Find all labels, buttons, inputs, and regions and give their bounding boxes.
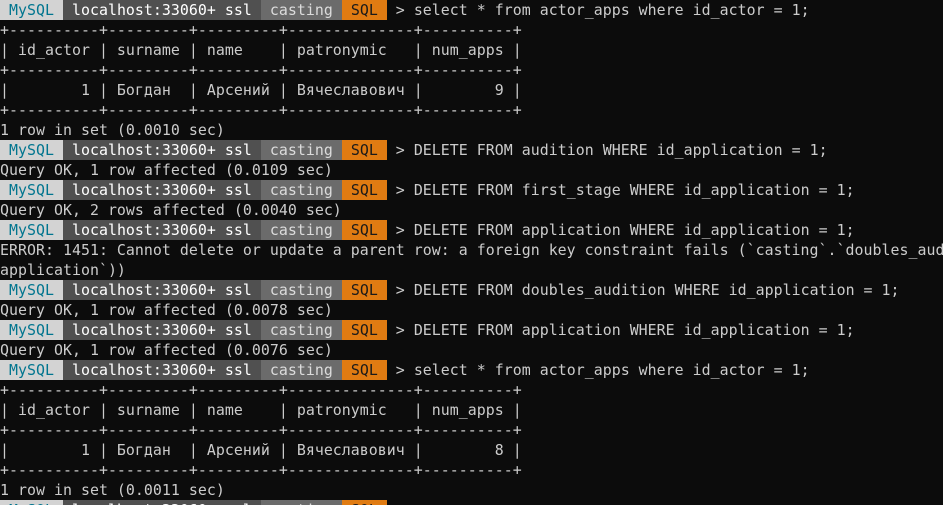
output-text: Query OK, 1 row affected (0.0078 sec) [0,301,333,319]
prompt-line: MySQL localhost:33060+ ssl casting SQL >… [0,220,943,240]
prompt-mode-segment: SQL [341,500,387,505]
prompt-mysql-segment: MySQL [0,220,63,240]
output-text: +----------+---------+---------+--------… [0,461,522,479]
output-line: | id_actor | surname | name | patronymic… [0,40,943,60]
command-text: DELETE FROM first_stage WHERE id_applica… [413,181,855,199]
output-line: 1 row in set (0.0011 sec) [0,480,943,500]
prompt-schema-segment: casting [260,0,342,20]
prompt-mysql-segment: MySQL [0,140,63,160]
output-line: 1 row in set (0.0010 sec) [0,120,943,140]
prompt-schema-segment: casting [260,180,342,200]
prompt-host-segment: localhost:33060+ ssl [62,0,261,20]
prompt-mode-segment: SQL [341,320,387,340]
output-line: +----------+---------+---------+--------… [0,20,943,40]
prompt-line: MySQL localhost:33060+ ssl casting SQL >… [0,280,943,300]
output-text: +----------+---------+---------+--------… [0,101,522,119]
command-text: select * from actor_apps where id_actor … [413,361,810,379]
output-text: +----------+---------+---------+--------… [0,421,522,439]
output-text: +----------+---------+---------+--------… [0,381,522,399]
output-line: Query OK, 1 row affected (0.0078 sec) [0,300,943,320]
output-line: application`)) [0,260,943,280]
terminal-window[interactable]: MySQL localhost:33060+ ssl casting SQL >… [0,0,943,505]
output-text: ERROR: 1451: Cannot delete or update a p… [0,241,943,259]
prompt-mode-segment: SQL [341,280,387,300]
prompt-mysql-segment: MySQL [0,500,63,505]
prompt-host-segment: localhost:33060+ ssl [62,180,261,200]
output-text: 1 row in set (0.0010 sec) [0,121,225,139]
prompt-schema-segment: casting [260,500,342,505]
output-text: | id_actor | surname | name | patronymic… [0,401,522,419]
prompt-mode-segment: SQL [341,0,387,20]
output-line: | id_actor | surname | name | patronymic… [0,400,943,420]
prompt-mode-segment: SQL [341,140,387,160]
output-line: Query OK, 1 row affected (0.0076 sec) [0,340,943,360]
prompt-arrow: > [387,500,414,505]
prompt-mysql-segment: MySQL [0,360,63,380]
prompt-mysql-segment: MySQL [0,0,63,20]
command-text: select * from actor_apps where id_actor … [413,1,810,19]
output-text: 1 row in set (0.0011 sec) [0,481,225,499]
output-text: +----------+---------+---------+--------… [0,21,522,39]
prompt-mode-segment: SQL [341,360,387,380]
prompt-line: MySQL localhost:33060+ ssl casting SQL >… [0,180,943,200]
prompt-arrow: > [386,141,414,159]
output-line: +----------+---------+---------+--------… [0,60,943,80]
output-text: | 1 | Богдан | Арсений | Вячеславович | … [0,441,522,459]
prompt-mysql-segment: MySQL [0,280,63,300]
prompt-arrow: > [386,221,414,239]
output-line: +----------+---------+---------+--------… [0,380,943,400]
prompt-schema-segment: casting [260,220,342,240]
command-text: DELETE FROM application WHERE id_applica… [413,221,855,239]
prompt-line: MySQL localhost:33060+ ssl casting SQL >… [0,320,943,340]
output-line: | 1 | Богдан | Арсений | Вячеславович | … [0,80,943,100]
prompt-host-segment: localhost:33060+ ssl [62,360,261,380]
prompt-arrow: > [386,321,414,339]
prompt-mysql-segment: MySQL [0,320,63,340]
prompt-host-segment: localhost:33060+ ssl [62,500,261,505]
output-line: Query OK, 2 rows affected (0.0040 sec) [0,200,943,220]
prompt-schema-segment: casting [260,140,342,160]
output-text: Query OK, 2 rows affected (0.0040 sec) [0,201,342,219]
next-prompt-line: MySQL localhost:33060+ ssl casting SQL > [0,500,943,505]
command-text: DELETE FROM doubles_audition WHERE id_ap… [413,281,900,299]
command-text: DELETE FROM application WHERE id_applica… [413,321,855,339]
command-text: DELETE FROM audition WHERE id_applicatio… [413,141,828,159]
prompt-mode-segment: SQL [341,180,387,200]
prompt-schema-segment: casting [260,360,342,380]
output-text: +----------+---------+---------+--------… [0,61,522,79]
output-line: Query OK, 1 row affected (0.0109 sec) [0,160,943,180]
prompt-mysql-segment: MySQL [0,180,63,200]
prompt-host-segment: localhost:33060+ ssl [62,140,261,160]
prompt-line: MySQL localhost:33060+ ssl casting SQL >… [0,0,943,20]
prompt-host-segment: localhost:33060+ ssl [62,280,261,300]
output-line: ERROR: 1451: Cannot delete or update a p… [0,240,943,260]
prompt-mode-segment: SQL [341,220,387,240]
output-line: +----------+---------+---------+--------… [0,420,943,440]
prompt-host-segment: localhost:33060+ ssl [62,220,261,240]
output-text: | id_actor | surname | name | patronymic… [0,41,522,59]
prompt-line: MySQL localhost:33060+ ssl casting SQL >… [0,360,943,380]
output-line: | 1 | Богдан | Арсений | Вячеславович | … [0,440,943,460]
prompt-arrow: > [386,1,414,19]
prompt-line: MySQL localhost:33060+ ssl casting SQL >… [0,140,943,160]
output-line: +----------+---------+---------+--------… [0,100,943,120]
output-text: application`)) [0,261,126,279]
output-text: Query OK, 1 row affected (0.0076 sec) [0,341,333,359]
prompt-schema-segment: casting [260,320,342,340]
prompt-arrow: > [386,181,414,199]
output-line: +----------+---------+---------+--------… [0,460,943,480]
prompt-schema-segment: casting [260,280,342,300]
output-text: | 1 | Богдан | Арсений | Вячеславович | … [0,81,522,99]
output-text: Query OK, 1 row affected (0.0109 sec) [0,161,333,179]
prompt-arrow: > [386,361,414,379]
prompt-host-segment: localhost:33060+ ssl [62,320,261,340]
prompt-arrow: > [386,281,414,299]
